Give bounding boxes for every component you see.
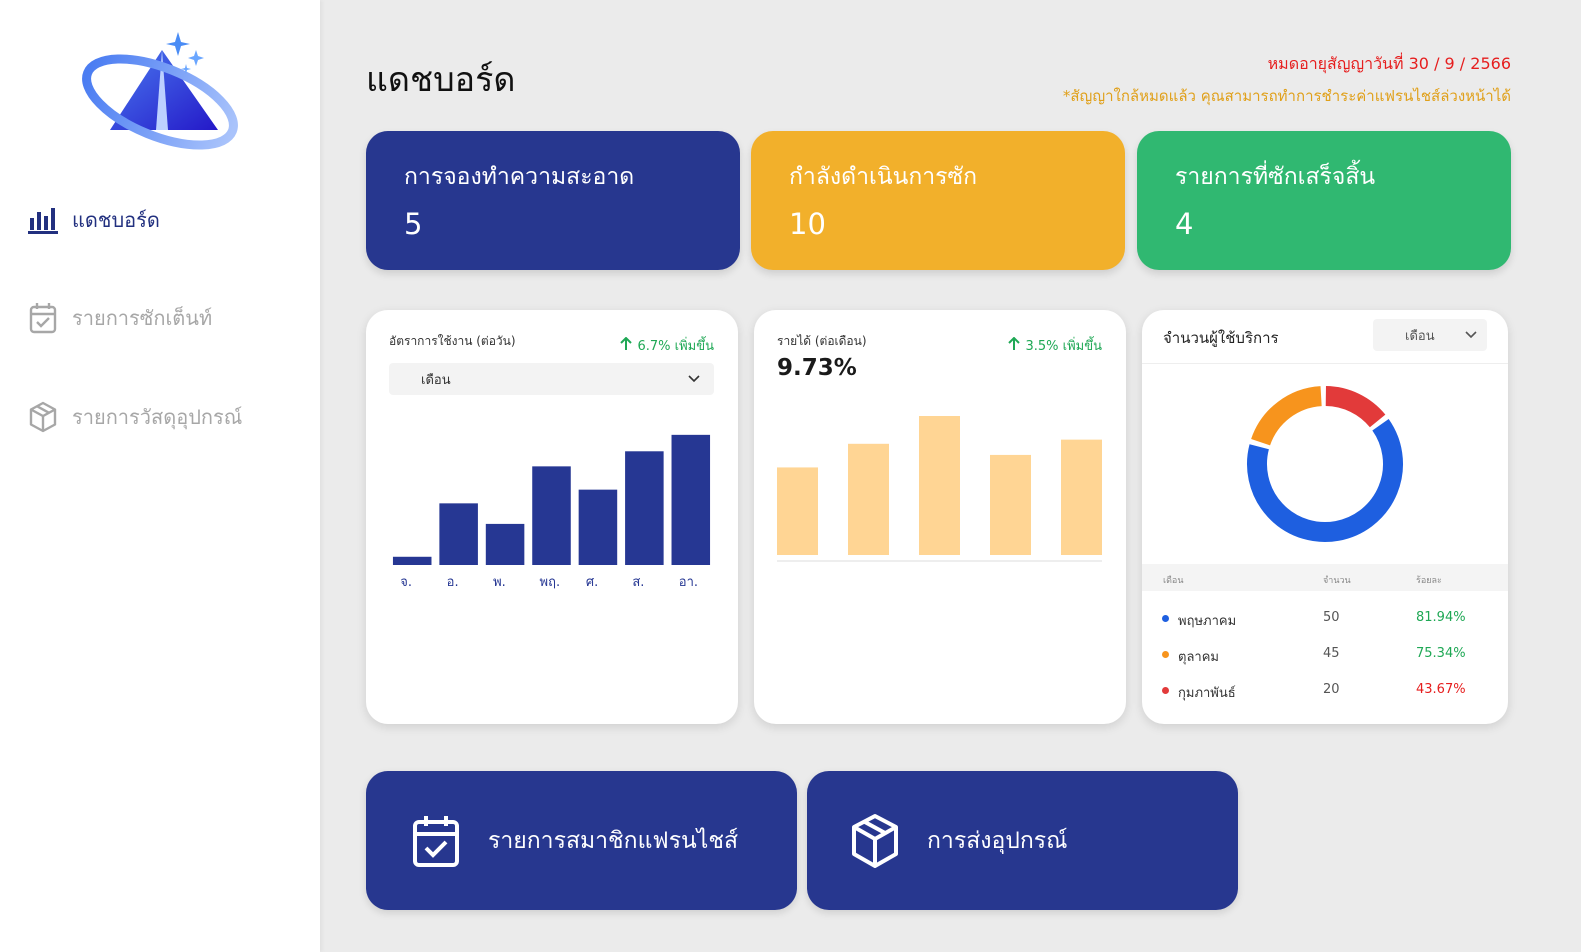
table-row: กุมภาพันธ์ 20 43.67% — [1142, 680, 1508, 701]
stat-card-in-progress: กำลังดำเนินการซัก 10 — [751, 131, 1125, 270]
table-row: ตุลาคม 45 75.34% — [1142, 644, 1508, 665]
row-percent: 81.94% — [1416, 610, 1466, 625]
bar — [848, 443, 889, 555]
package-icon — [28, 401, 58, 433]
bar — [671, 434, 711, 565]
usage-chart-panel: อัตราการใช้งาน (ต่อวัน) 6.7% เพิ่มขึ้น เ… — [366, 310, 738, 724]
income-chart-panel: รายได้ (ต่อเดือน) 3.5% เพิ่มขึ้น 9.73% — [754, 310, 1126, 724]
income-bar-chart — [777, 416, 1102, 562]
users-chart-panel: จำนวนผู้ใช้บริการ เดือน เดือน จำนวน ร้อย… — [1142, 310, 1508, 724]
row-name: ตุลาคม — [1178, 650, 1219, 665]
action-label: การส่งอุปกรณ์ — [927, 827, 1068, 854]
stat-label: รายการที่ซักเสร็จสิ้น — [1175, 164, 1376, 190]
usage-bar-chart: จ. อ. พ. พฤ. ศ. ส. อา. — [392, 434, 711, 590]
stat-label: การจองทำความสะอาด — [404, 164, 635, 190]
row-name: พฤษภาคม — [1178, 614, 1237, 629]
column-header: ร้อยละ — [1416, 576, 1442, 586]
row-count: 45 — [1323, 646, 1340, 661]
sidebar: แดชบอร์ด รายการซักเต็นท์ รายการวัสดุอุปก… — [0, 0, 320, 952]
bar-chart-icon — [28, 205, 58, 235]
sidebar-item-materials[interactable]: รายการวัสดุอุปกรณ์ — [28, 401, 242, 433]
bar — [578, 489, 618, 565]
franchise-members-button[interactable]: รายการสมาชิกแฟรนไชส์ — [366, 771, 797, 910]
page-title: แดชบอร์ด — [366, 60, 516, 100]
table-row: พฤษภาคม 50 81.94% — [1142, 608, 1508, 629]
row-name: กุมภาพันธ์ — [1178, 686, 1236, 701]
row-count: 20 — [1323, 682, 1340, 697]
donut-slice — [1247, 418, 1403, 542]
bar — [392, 556, 432, 565]
legend-dot — [1162, 615, 1169, 622]
tick-label: จ. — [400, 575, 412, 590]
row-percent: 75.34% — [1416, 646, 1466, 661]
row-count: 50 — [1323, 610, 1340, 625]
row-percent: 43.67% — [1416, 682, 1466, 697]
tick-label: พ. — [493, 575, 506, 590]
stat-card-cleaning-bookings: การจองทำความสะอาด 5 — [366, 131, 740, 270]
stat-value: 5 — [404, 207, 423, 241]
bar — [777, 467, 818, 555]
sidebar-item-tent-washing[interactable]: รายการซักเต็นท์ — [28, 302, 212, 334]
legend-dot — [1162, 651, 1169, 658]
column-header: เดือน — [1163, 576, 1184, 586]
sidebar-item-dashboard[interactable]: แดชบอร์ด — [28, 204, 160, 236]
legend-dot — [1162, 687, 1169, 694]
action-label: รายการสมาชิกแฟรนไชส์ — [488, 827, 738, 854]
tick-label: ศ. — [586, 575, 598, 590]
donut-slice — [1325, 386, 1386, 428]
bar — [625, 451, 664, 565]
sidebar-item-label: รายการวัสดุอุปกรณ์ — [72, 405, 243, 429]
table-header: เดือน จำนวน ร้อยละ — [1142, 564, 1508, 591]
tick-label: ส. — [632, 575, 644, 590]
package-icon — [849, 813, 901, 869]
bar — [532, 466, 571, 565]
tick-label: พฤ. — [540, 575, 561, 590]
stat-label: กำลังดำเนินการซัก — [789, 164, 978, 190]
tick-label: อา. — [679, 575, 698, 590]
tick-label: อ. — [447, 575, 459, 590]
stat-value: 10 — [789, 207, 826, 241]
contract-expiry-text: หมดอายุสัญญาวันที่ 30 / 9 / 2566 — [1267, 54, 1511, 73]
sidebar-item-label: แดชบอร์ด — [72, 208, 160, 232]
equipment-delivery-button[interactable]: การส่งอุปกรณ์ — [807, 771, 1238, 910]
bar — [485, 523, 525, 565]
calendar-check-icon — [410, 813, 462, 869]
bar — [1061, 439, 1102, 555]
calendar-check-icon — [28, 303, 58, 334]
donut-slice — [1251, 386, 1323, 446]
column-header: จำนวน — [1323, 576, 1351, 586]
stat-value: 4 — [1175, 207, 1194, 241]
brand-logo — [80, 30, 245, 155]
contract-warning-text: *สัญญาใกล้หมดแล้ว คุณสามารถทำการชำระค่าแ… — [1062, 87, 1511, 105]
bar — [439, 503, 478, 565]
bar — [990, 454, 1031, 555]
stat-card-completed: รายการที่ซักเสร็จสิ้น 4 — [1137, 131, 1511, 270]
bar — [919, 416, 960, 555]
sidebar-item-label: รายการซักเต็นท์ — [72, 306, 213, 330]
